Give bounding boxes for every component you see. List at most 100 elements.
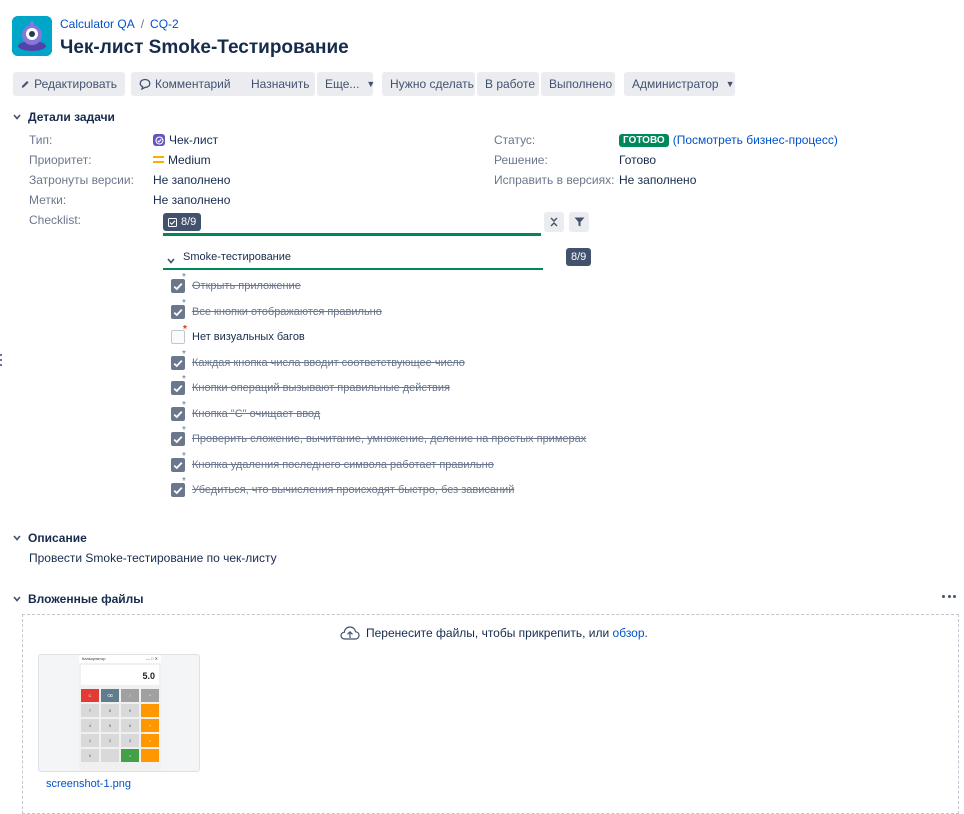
breadcrumb: Calculator QA / CQ-2 <box>60 17 179 31</box>
checkbox-checked-icon[interactable]: * <box>171 349 186 370</box>
more-options-icon[interactable] <box>942 592 956 600</box>
browse-link[interactable]: обзор <box>613 626 645 640</box>
chevron-down-icon <box>12 112 22 122</box>
checklist-progress-badge: 8/9 <box>163 213 202 231</box>
screenshot-key: + <box>141 719 159 732</box>
checkbox-checked-icon[interactable]: * <box>171 272 186 293</box>
transition-in-progress-button[interactable]: В работе <box>477 72 539 96</box>
calculator-screenshot: Калькулятор — □ ✕ 5.0 C ⌫ / * 7 8 9-4 5 6 +1 2 3 = 0. = <box>79 655 161 771</box>
checklist-item-text: Открыть приложение <box>192 280 301 292</box>
assign-button-label: Назначить <box>251 77 310 91</box>
screenshot-key: 5 <box>101 719 119 732</box>
transition-todo-button[interactable]: Нужно сделать <box>382 72 475 96</box>
description-section-toggle[interactable]: Описание <box>12 531 87 545</box>
checklist-progress-bar: 8/9 <box>163 212 541 236</box>
checklist-group-header[interactable]: Smoke-тестирование <box>163 246 543 270</box>
admin-dropdown-label: Администратор <box>632 77 719 91</box>
edit-button[interactable]: Редактировать <box>13 72 125 96</box>
screenshot-key: 3 <box>121 734 139 747</box>
details-heading: Детали задачи <box>28 110 115 124</box>
checkbox-unchecked-icon[interactable]: * <box>171 324 187 344</box>
screenshot-key: - <box>141 704 159 717</box>
pencil-icon <box>21 80 29 88</box>
checklist-item: * Проверить сложение, вычитание, умножени… <box>171 425 587 449</box>
screenshot-key: = <box>121 749 139 762</box>
attachment-file-link[interactable]: screenshot-1.png <box>46 778 131 790</box>
collapse-icon <box>550 217 558 227</box>
mandatory-marker-icon: * <box>182 349 186 360</box>
details-section-toggle[interactable]: Детали задачи <box>12 110 115 124</box>
checkbox-checked-icon[interactable]: * <box>171 400 186 421</box>
mandatory-marker-icon: * <box>182 400 186 411</box>
mandatory-marker-icon: * <box>182 476 186 487</box>
priority-medium-icon <box>153 156 164 164</box>
type-value: Чек-лист <box>153 133 218 147</box>
project-avatar-icon <box>12 16 52 56</box>
screenshot-key <box>141 749 159 762</box>
fix-versions-label: Исправить в версиях: <box>494 173 615 187</box>
attachments-heading: Вложенные файлы <box>28 592 144 606</box>
checklist-item: * Кнопки операций вызывают правильные дей… <box>171 374 450 398</box>
checklist-item: * Все кнопки отображаются правильно <box>171 298 382 322</box>
chevron-down-icon: ▼ <box>725 79 735 89</box>
admin-dropdown[interactable]: Администратор ▼ <box>624 72 735 96</box>
breadcrumb-issue-key-link[interactable]: CQ-2 <box>150 17 179 31</box>
screenshot-key: / <box>121 689 139 702</box>
screenshot-key: . <box>101 749 119 762</box>
checkbox-checked-icon[interactable]: * <box>171 298 186 319</box>
filter-button[interactable] <box>569 212 589 232</box>
labels-label: Метки: <box>29 193 67 207</box>
breadcrumb-project-link[interactable]: Calculator QA <box>60 17 135 31</box>
assign-button[interactable]: Назначить <box>243 72 315 96</box>
checkbox-checked-icon[interactable]: * <box>171 451 186 472</box>
mandatory-marker-icon: * <box>182 374 186 385</box>
attachment-thumbnail[interactable]: Калькулятор — □ ✕ 5.0 C ⌫ / * 7 8 9-4 5 6 +1 2 3 = 0. = <box>38 654 200 772</box>
screenshot-display: 5.0 <box>81 665 159 685</box>
checklist-item-text: Убедиться, что вычисления происходят быс… <box>192 484 515 496</box>
dropzone-text: Перенесите файлы, чтобы прикрепить, или <box>366 626 610 640</box>
breadcrumb-separator: / <box>140 17 145 31</box>
resize-handle-icon[interactable] <box>0 354 3 366</box>
checklist-item: * Каждая кнопка числа вводит соответствую… <box>171 349 465 373</box>
type-label: Тип: <box>29 133 53 147</box>
description-heading: Описание <box>28 531 87 545</box>
attachments-section-toggle[interactable]: Вложенные файлы <box>12 592 144 606</box>
edit-button-label: Редактировать <box>34 77 117 91</box>
more-dropdown[interactable]: Еще... ▼ <box>317 72 376 96</box>
screenshot-keypad: C ⌫ / * 7 8 9-4 5 6 +1 2 3 = 0. = <box>79 689 161 762</box>
screenshot-key: * <box>141 689 159 702</box>
checkbox-checked-icon <box>168 217 177 227</box>
screenshot-key: 8 <box>101 704 119 717</box>
screenshot-key: 7 <box>81 704 99 717</box>
screenshot-key: ⌫ <box>101 689 119 702</box>
mandatory-marker-icon: * <box>182 272 186 283</box>
mandatory-marker-icon: * <box>182 451 186 462</box>
checklist-item-text: Проверить сложение, вычитание, умножение… <box>192 433 587 445</box>
affects-versions-value: Не заполнено <box>153 173 231 187</box>
checklist-item: * Открыть приложение <box>171 272 301 296</box>
checklist-label: Checklist: <box>29 213 82 227</box>
comment-button-label: Комментарий <box>155 77 231 91</box>
affects-versions-label: Затронуты версии: <box>29 173 134 187</box>
collapse-all-button[interactable] <box>544 212 564 232</box>
comment-icon <box>139 78 151 90</box>
priority-value: Medium <box>153 153 211 167</box>
chevron-down-icon <box>12 533 22 543</box>
comment-button[interactable]: Комментарий <box>131 72 247 96</box>
checkbox-checked-icon[interactable]: * <box>171 374 186 395</box>
checkbox-checked-icon[interactable]: * <box>171 425 186 446</box>
dropzone-message: Перенесите файлы, чтобы прикрепить, или … <box>340 626 648 640</box>
screenshot-key: C <box>81 689 99 702</box>
priority-value-text: Medium <box>168 153 211 167</box>
screenshot-key: 4 <box>81 719 99 732</box>
view-workflow-link[interactable]: (Посмотреть бизнес-процесс) <box>673 133 838 147</box>
mandatory-marker-icon: * <box>183 324 187 335</box>
filter-icon <box>574 217 584 227</box>
chevron-down-icon: ▼ <box>366 79 376 89</box>
type-value-text: Чек-лист <box>169 133 219 147</box>
transition-done-button[interactable]: Выполнено <box>541 72 615 96</box>
checkbox-checked-icon[interactable]: * <box>171 476 186 497</box>
checklist-type-icon <box>153 134 165 146</box>
status-label: Статус: <box>494 133 536 147</box>
project-avatar[interactable] <box>12 16 52 56</box>
